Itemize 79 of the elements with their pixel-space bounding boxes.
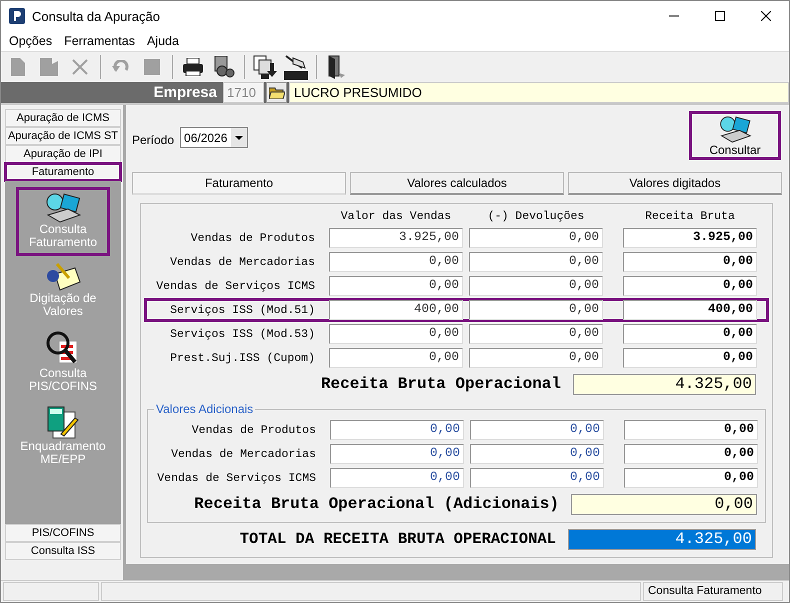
value-field[interactable]: 0,00 (623, 324, 757, 344)
value-field[interactable]: 0,00 (330, 444, 464, 464)
status-text: Consulta Faturamento (643, 582, 783, 602)
sidebar-tab[interactable]: Apuração de IPI (5, 145, 121, 164)
value-field[interactable]: 0,00 (330, 420, 464, 440)
row-label: Serviços ISS (Mod.51) (169, 304, 316, 317)
sidebar-tab[interactable]: Apuração de ICMS (5, 109, 121, 128)
value-field[interactable]: 0,00 (470, 444, 604, 464)
value-field[interactable]: 0,00 (469, 252, 603, 272)
value-field[interactable]: 400,00 (623, 300, 757, 320)
row-label: Vendas de Mercadorias (170, 448, 317, 461)
tab[interactable]: Faturamento (132, 172, 346, 196)
window-title: Consulta da Apuração (32, 8, 161, 24)
sidebar-tab[interactable]: Faturamento (5, 163, 121, 182)
value-field[interactable]: 400,00 (329, 300, 463, 320)
row-label: Vendas de Produtos (190, 232, 316, 245)
folder-button[interactable] (266, 82, 287, 104)
company-name-field[interactable]: LUCRO PRESUMIDO (289, 82, 789, 104)
sidebar-tab[interactable]: PIS/COFINS (5, 524, 121, 542)
row-label: Serviços ISS (Mod.53) (169, 328, 316, 341)
maximize-icon[interactable] (715, 11, 725, 21)
printer-icon[interactable] (183, 58, 203, 76)
grand-total-label: TOTAL DA RECEITA BRUTA OPERACIONAL (240, 530, 556, 548)
value-field[interactable]: 0,00 (329, 348, 463, 368)
row-label: Vendas de Serviços ICMS (155, 280, 316, 293)
laptop-globe-icon (717, 116, 753, 144)
menu-item[interactable]: Opções (3, 34, 58, 48)
close-icon[interactable] (761, 11, 771, 21)
value-field[interactable]: 0,00 (469, 228, 603, 248)
value-field[interactable]: 3.925,00 (623, 228, 757, 248)
calculator-icon (47, 406, 79, 440)
value-field[interactable]: 0,00 (470, 468, 604, 488)
antenna-icon[interactable] (283, 54, 309, 80)
row-label: Vendas de Produtos (190, 424, 317, 437)
period-dropdown[interactable]: 06/2026 (180, 127, 248, 148)
value-field[interactable]: 0,00 (623, 276, 757, 296)
tab[interactable]: Valores digitados (568, 172, 782, 196)
value-field[interactable]: 0,00 (469, 300, 603, 320)
value-field[interactable]: 0,00 (470, 420, 604, 440)
value-field[interactable]: 0,00 (330, 468, 464, 488)
menu-item[interactable]: Ferramentas (58, 34, 141, 48)
documents-arrow-icon[interactable] (253, 54, 277, 79)
value-field[interactable]: 0,00 (623, 348, 757, 368)
value-field[interactable]: 0,00 (329, 324, 463, 344)
empresa-label: Empresa (152, 84, 218, 102)
value-field[interactable]: 0,00 (624, 444, 758, 464)
laptop-globe-icon (45, 193, 81, 224)
column-header: Receita Bruta (644, 210, 736, 224)
periodo-label: Período (132, 133, 174, 148)
value-field[interactable]: 0,00 (624, 420, 758, 440)
notepad-pencil-icon (45, 262, 81, 292)
row-label: Vendas de Serviços ICMS (156, 472, 317, 485)
value-field[interactable]: 0,00 (469, 276, 603, 296)
exit-door-icon[interactable] (327, 54, 347, 79)
sidebar-tab[interactable]: Apuração de ICMS ST (5, 127, 121, 146)
value-field[interactable]: 0,00 (623, 252, 757, 272)
value-field[interactable]: 0,00 (469, 324, 603, 344)
row-label: Prest.Suj.ISS (Cupom) (169, 352, 316, 365)
dropdown-arrow-icon (235, 136, 244, 140)
total-field[interactable]: 0,00 (571, 494, 757, 515)
app-logo-icon (9, 8, 25, 24)
value-field[interactable]: 0,00 (624, 468, 758, 488)
value-field[interactable]: 0,00 (469, 348, 603, 368)
value-field[interactable]: 3.925,00 (329, 228, 463, 248)
row-label: Vendas de Mercadorias (169, 256, 316, 269)
consultar-button[interactable]: Consultar (689, 111, 781, 160)
sidebar-tab[interactable]: Consulta ISS (5, 542, 121, 560)
total-label: Receita Bruta Operacional (Adicionais) (194, 495, 559, 514)
gears-icon[interactable] (213, 56, 235, 78)
total-field[interactable]: 4.325,00 (573, 374, 756, 395)
menu-item[interactable]: Ajuda (140, 34, 185, 48)
column-header: Valor das Vendas (340, 210, 452, 224)
grand-total-field[interactable]: 4.325,00 (568, 528, 756, 550)
value-field[interactable]: 0,00 (329, 276, 463, 296)
tab[interactable]: Valores calculados (350, 172, 564, 196)
group-title: Valores Adicionais (155, 402, 254, 416)
total-label: Receita Bruta Operacional (320, 375, 561, 394)
value-field[interactable]: 0,00 (329, 252, 463, 272)
column-header: (-) Devoluções (486, 210, 586, 224)
